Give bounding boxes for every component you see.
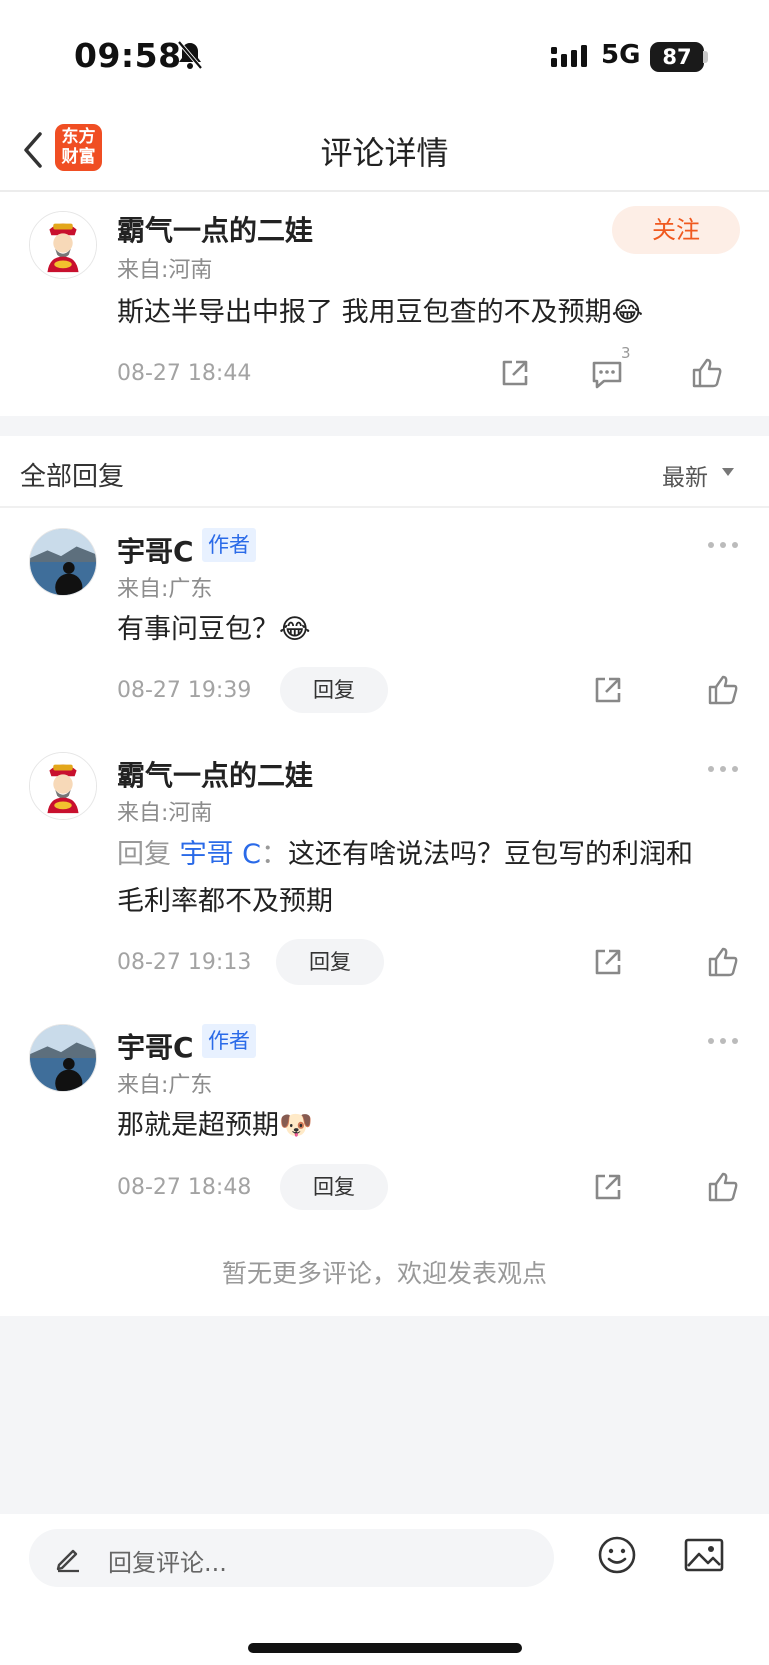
bottom-input-bar: 回复评论... [0, 1514, 769, 1665]
comment-icon[interactable] [590, 357, 624, 391]
bell-muted-icon [177, 40, 203, 70]
reply-author-region: 来自:广东 [117, 577, 213, 602]
reply-author-region: 来自:河南 [117, 801, 213, 826]
reply-target-link[interactable]: 宇哥 C [180, 839, 261, 870]
network-type: 5G [601, 40, 641, 70]
avatar[interactable] [29, 752, 97, 820]
more-options-icon[interactable] [707, 764, 739, 774]
reply-author-name[interactable]: 宇哥C [117, 530, 194, 570]
like-icon[interactable] [706, 673, 740, 707]
reply-input[interactable]: 回复评论... [29, 1529, 554, 1587]
like-icon[interactable] [706, 945, 740, 979]
reply-time: 08-27 19:13 [117, 950, 252, 975]
no-more-comments-text: 暂无更多评论，欢迎发表观点 [221, 1259, 547, 1288]
comment-count: 3 [621, 344, 631, 362]
pencil-icon [56, 1549, 79, 1573]
more-options-icon[interactable] [707, 1036, 739, 1046]
more-options-icon[interactable] [707, 540, 739, 550]
reply-time: 08-27 19:39 [117, 678, 252, 703]
reply-author-region: 来自:广东 [117, 1073, 213, 1098]
reply-content: 有事问豆包？😂 [117, 614, 311, 645]
reply-input-placeholder: 回复评论... [108, 1549, 227, 1577]
nav-bar: 东方 财富 评论详情 [0, 110, 769, 192]
status-time: 09:58 [74, 36, 182, 75]
image-icon[interactable] [683, 1536, 725, 1574]
reply-content-line2: 毛利率都不及预期 [117, 886, 333, 917]
reply-button[interactable]: 回复 [276, 939, 384, 985]
reply-content: 那就是超预期🐶 [117, 1110, 313, 1141]
emoji-icon[interactable] [597, 1535, 637, 1575]
reply-author-name[interactable]: 霸气一点的二娃 [117, 754, 313, 794]
reply-prefix: 回复 [117, 839, 171, 870]
comment-content: 斯达半导出中报了 我用豆包查的不及预期😂 [117, 297, 644, 328]
like-icon[interactable] [706, 1170, 740, 1204]
comment-author-name[interactable]: 霸气一点的二娃 [117, 209, 313, 249]
status-bar: 09:58 5G 87 [0, 0, 769, 110]
reply-author-name[interactable]: 宇哥C [117, 1026, 194, 1066]
comment-author-region: 来自:河南 [117, 258, 213, 283]
battery-tip [703, 51, 708, 63]
avatar[interactable] [29, 1024, 97, 1092]
empty-area [0, 1316, 769, 1514]
battery-icon: 87 [650, 42, 704, 72]
author-badge: 作者 [202, 528, 256, 562]
reply-time: 08-27 18:48 [117, 1175, 252, 1200]
sort-dropdown[interactable]: 最新 [662, 458, 708, 492]
author-badge: 作者 [202, 1024, 256, 1058]
fortune-god-avatar-icon [30, 212, 96, 278]
section-divider [0, 416, 769, 436]
share-icon[interactable] [591, 673, 625, 707]
avatar[interactable] [29, 528, 97, 596]
share-icon[interactable] [591, 1170, 625, 1204]
replies-header: 全部回复 最新 [0, 436, 769, 508]
home-indicator [248, 1643, 522, 1653]
replies-title: 全部回复 [20, 462, 125, 492]
avatar[interactable] [29, 211, 97, 279]
share-icon[interactable] [591, 945, 625, 979]
lake-silhouette-avatar-icon [30, 529, 96, 595]
lake-silhouette-avatar-icon [30, 1025, 96, 1091]
follow-button[interactable]: 关注 [612, 206, 740, 254]
reply-separator: ： [261, 839, 289, 870]
reply-button[interactable]: 回复 [280, 667, 388, 713]
share-icon[interactable] [498, 356, 532, 390]
reply-content: 回复 宇哥 C：这还有啥说法吗？豆包写的利润和 [117, 832, 693, 878]
comment-time: 08-27 18:44 [117, 361, 252, 386]
page-title: 评论详情 [320, 134, 449, 172]
reply-button[interactable]: 回复 [280, 1164, 388, 1210]
reply-content-line1: 这还有啥说法吗？豆包写的利润和 [288, 839, 694, 870]
cellular-signal-icon [551, 45, 587, 67]
sort-arrow-icon[interactable] [722, 468, 734, 476]
fortune-god-avatar-icon [30, 753, 96, 819]
like-icon[interactable] [690, 356, 724, 390]
